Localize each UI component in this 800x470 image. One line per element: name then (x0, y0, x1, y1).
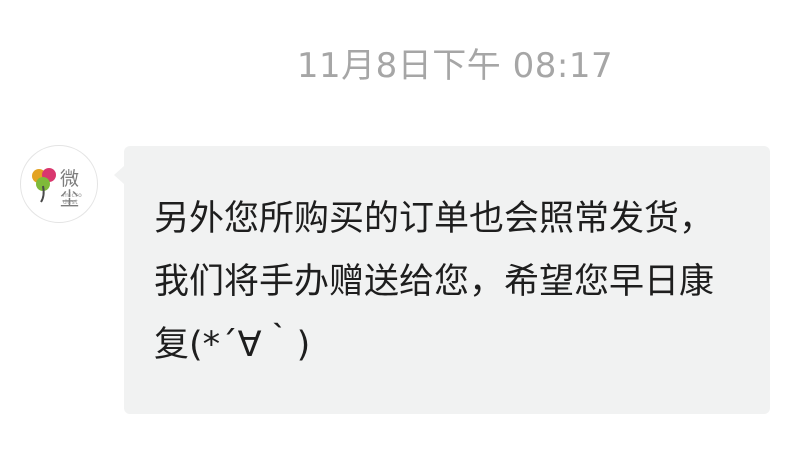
message-bubble-tail (114, 166, 124, 184)
sender-avatar[interactable]: 微尘 micro dust (20, 145, 98, 223)
message-text: 另外您所购买的订单也会照常发货，我们将手办赠送给您，希望您早日康复(*´∀｀) (154, 199, 715, 365)
message-bubble[interactable]: 另外您所购买的订单也会照常发货，我们将手办赠送给您，希望您早日康复(*´∀｀) (124, 146, 770, 414)
avatar-brand-subtitle: micro dust (63, 192, 83, 206)
chat-timestamp: 11月8日下午 08:17 (296, 46, 614, 86)
